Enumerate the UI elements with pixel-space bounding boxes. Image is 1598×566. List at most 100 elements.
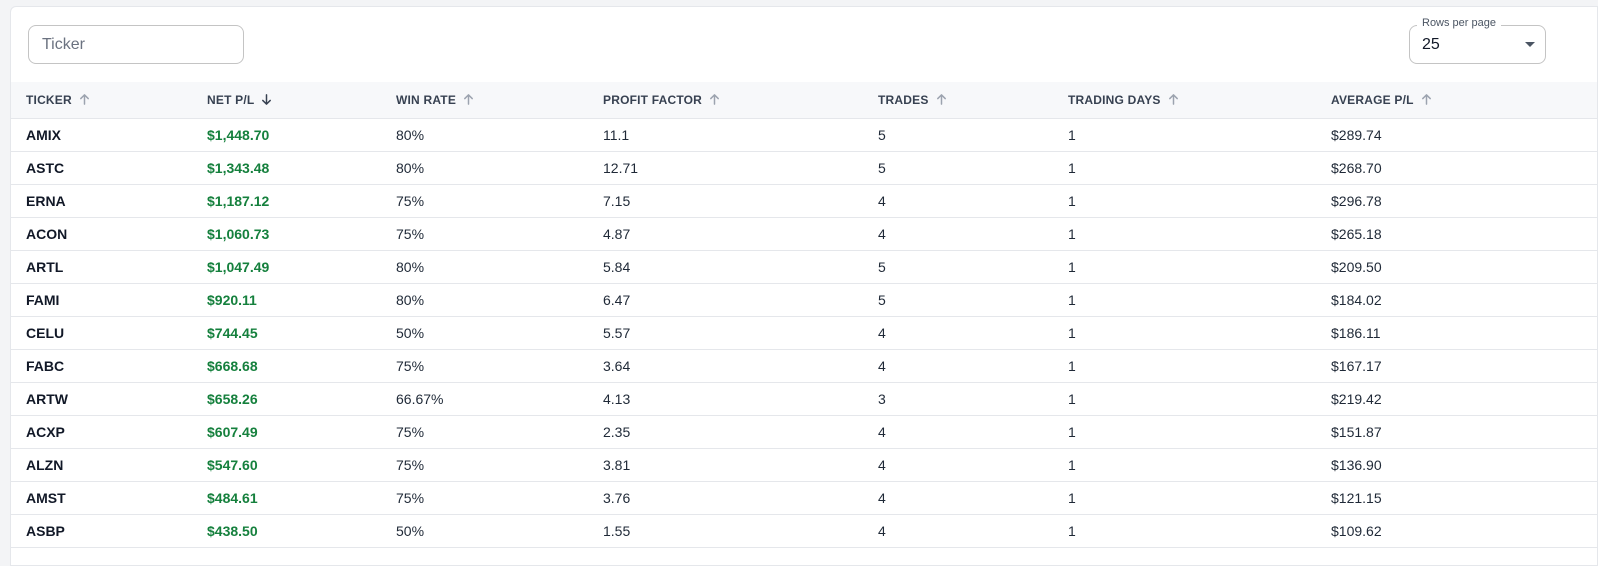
cell-net-pl: $438.50 — [207, 523, 258, 539]
cell-average-pl: $184.02 — [1331, 292, 1382, 308]
cell-ticker: ERNA — [26, 193, 66, 209]
cell-ticker: AMIX — [26, 127, 61, 143]
cell-trades: 4 — [878, 457, 886, 473]
cell-trading-days: 1 — [1068, 358, 1076, 374]
cell-average-pl: $109.62 — [1331, 523, 1382, 539]
column-header-net-pl[interactable]: NET P/L — [207, 82, 273, 118]
table-row[interactable]: AMIX $1,448.70 80% 11.1 5 1 $289.74 — [11, 119, 1597, 152]
cell-trades: 4 — [878, 424, 886, 440]
cell-average-pl: $136.90 — [1331, 457, 1382, 473]
table-row[interactable]: ARTL $1,047.49 80% 5.84 5 1 $209.50 — [11, 251, 1597, 284]
cell-win-rate: 66.67% — [396, 391, 444, 407]
cell-trades: 5 — [878, 160, 886, 176]
cell-trades: 5 — [878, 292, 886, 308]
table-row[interactable]: ALZN $547.60 75% 3.81 4 1 $136.90 — [11, 449, 1597, 482]
column-header-label: AVERAGE P/L — [1331, 93, 1414, 107]
sort-asc-icon[interactable] — [462, 93, 475, 106]
cell-win-rate: 75% — [396, 490, 425, 506]
cell-ticker: FABC — [26, 358, 65, 374]
cell-average-pl: $209.50 — [1331, 259, 1382, 275]
rows-per-page-select[interactable]: Rows per page 25 — [1409, 17, 1546, 64]
column-header-label: WIN RATE — [396, 93, 457, 107]
cell-profit-factor: 4.13 — [603, 391, 631, 407]
cell-average-pl: $289.74 — [1331, 127, 1382, 143]
ticker-stats-table: TICKER NET P/L WIN RATE PROFIT FACTOR TRADES… — [11, 82, 1597, 548]
table-row[interactable]: ACON $1,060.73 75% 4.87 4 1 $265.18 — [11, 218, 1597, 251]
cell-profit-factor: 1.55 — [603, 523, 631, 539]
cell-net-pl: $1,448.70 — [207, 127, 270, 143]
sort-asc-icon[interactable] — [1420, 93, 1433, 106]
cell-trades: 3 — [878, 391, 886, 407]
column-header-profit-factor[interactable]: PROFIT FACTOR — [603, 82, 721, 118]
table-row[interactable]: CELU $744.45 50% 5.57 4 1 $186.11 — [11, 317, 1597, 350]
cell-net-pl: $920.11 — [207, 292, 257, 308]
cell-ticker: ARTW — [26, 391, 68, 407]
cell-average-pl: $121.15 — [1331, 490, 1382, 506]
cell-profit-factor: 3.81 — [603, 457, 631, 473]
cell-net-pl: $484.61 — [207, 490, 258, 506]
cell-win-rate: 50% — [396, 325, 425, 341]
cell-profit-factor: 3.64 — [603, 358, 631, 374]
cell-trading-days: 1 — [1068, 292, 1076, 308]
table-row[interactable]: ASBP $438.50 50% 1.55 4 1 $109.62 — [11, 515, 1597, 548]
cell-net-pl: $668.68 — [207, 358, 258, 374]
cell-trades: 4 — [878, 325, 886, 341]
cell-win-rate: 75% — [396, 424, 425, 440]
cell-average-pl: $186.11 — [1331, 325, 1381, 341]
cell-trading-days: 1 — [1068, 523, 1076, 539]
cell-win-rate: 75% — [396, 457, 425, 473]
table-row[interactable]: FAMI $920.11 80% 6.47 5 1 $184.02 — [11, 284, 1597, 317]
cell-trading-days: 1 — [1068, 391, 1076, 407]
cell-ticker: AMST — [26, 490, 66, 506]
table-row[interactable]: ASTC $1,343.48 80% 12.71 5 1 $268.70 — [11, 152, 1597, 185]
sort-asc-icon[interactable] — [1167, 93, 1180, 106]
cell-win-rate: 80% — [396, 127, 425, 143]
cell-trading-days: 1 — [1068, 127, 1076, 143]
table-row[interactable]: AMST $484.61 75% 3.76 4 1 $121.15 — [11, 482, 1597, 515]
cell-profit-factor: 11.1 — [603, 127, 630, 143]
column-header-win-rate[interactable]: WIN RATE — [396, 82, 475, 118]
cell-net-pl: $1,060.73 — [207, 226, 270, 242]
cell-trading-days: 1 — [1068, 226, 1076, 242]
cell-average-pl: $219.42 — [1331, 391, 1382, 407]
table-row[interactable]: ERNA $1,187.12 75% 7.15 4 1 $296.78 — [11, 185, 1597, 218]
cell-net-pl: $744.45 — [207, 325, 258, 341]
cell-ticker: ACON — [26, 226, 68, 242]
cell-profit-factor: 6.47 — [603, 292, 631, 308]
column-header-trades[interactable]: TRADES — [878, 82, 948, 118]
cell-trades: 4 — [878, 193, 886, 209]
cell-trades: 5 — [878, 259, 886, 275]
cell-profit-factor: 3.76 — [603, 490, 631, 506]
cell-trading-days: 1 — [1068, 490, 1076, 506]
table-row[interactable]: ARTW $658.26 66.67% 4.13 3 1 $219.42 — [11, 383, 1597, 416]
cell-ticker: ARTL — [26, 259, 64, 275]
column-header-average-pl[interactable]: AVERAGE P/L — [1331, 82, 1433, 118]
table-row[interactable]: FABC $668.68 75% 3.64 4 1 $167.17 — [11, 350, 1597, 383]
cell-trading-days: 1 — [1068, 259, 1076, 275]
cell-trades: 4 — [878, 226, 886, 242]
cell-win-rate: 75% — [396, 226, 425, 242]
ticker-filter-input[interactable] — [28, 25, 244, 64]
table-row[interactable]: ACXP $607.49 75% 2.35 4 1 $151.87 — [11, 416, 1597, 449]
cell-trading-days: 1 — [1068, 193, 1076, 209]
sort-asc-icon[interactable] — [78, 93, 91, 106]
cell-trading-days: 1 — [1068, 325, 1076, 341]
chevron-down-icon — [1525, 42, 1535, 47]
column-header-label: PROFIT FACTOR — [603, 93, 703, 107]
sort-asc-icon[interactable] — [708, 93, 721, 106]
column-header-trading-days[interactable]: TRADING DAYS — [1068, 82, 1180, 118]
cell-win-rate: 80% — [396, 259, 425, 275]
cell-profit-factor: 7.15 — [603, 193, 631, 209]
cell-profit-factor: 2.35 — [603, 424, 631, 440]
cell-net-pl: $658.26 — [207, 391, 258, 407]
cell-average-pl: $167.17 — [1331, 358, 1382, 374]
cell-profit-factor: 5.57 — [603, 325, 631, 341]
column-header-ticker[interactable]: TICKER — [26, 82, 91, 118]
sort-desc-icon[interactable] — [260, 93, 273, 106]
cell-net-pl: $1,047.49 — [207, 259, 270, 275]
table-body: AMIX $1,448.70 80% 11.1 5 1 $289.74 ASTC $1,343.… — [11, 119, 1597, 548]
sort-asc-icon[interactable] — [935, 93, 948, 106]
cell-win-rate: 80% — [396, 160, 425, 176]
cell-trading-days: 1 — [1068, 160, 1076, 176]
cell-win-rate: 80% — [396, 292, 425, 308]
